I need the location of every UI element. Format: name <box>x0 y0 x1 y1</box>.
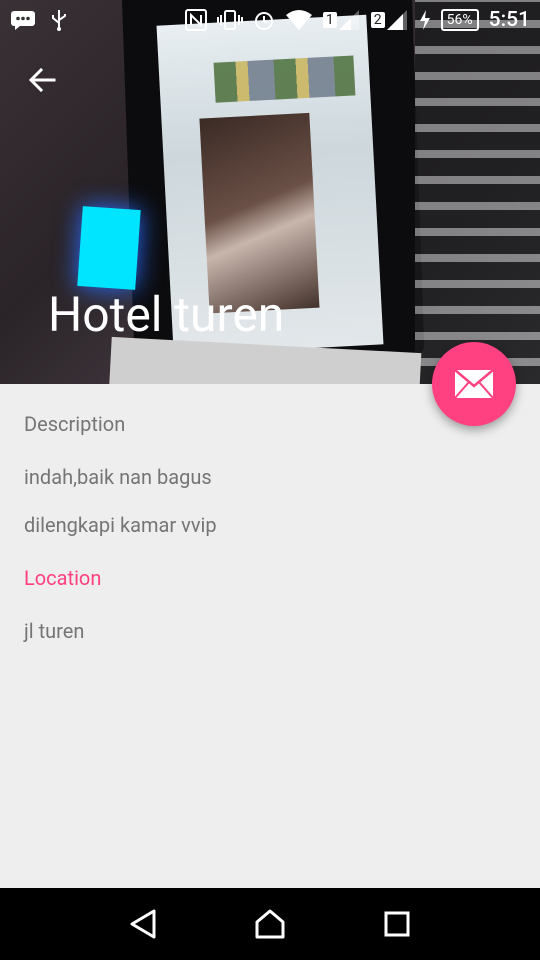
description-line-2: dilengkapi kamar vvip <box>24 513 217 537</box>
vibrate-icon <box>216 8 243 32</box>
sim1-signal-icon: 1 <box>322 8 361 32</box>
description-line-1: indah,baik nan bagus <box>24 465 212 489</box>
status-bar: 1 2 56% 5:51 <box>0 0 540 40</box>
email-fab-button[interactable] <box>432 342 516 426</box>
nfc-icon <box>184 8 207 32</box>
sim1-label: 1 <box>322 12 337 28</box>
description-label: Description <box>24 412 126 436</box>
usb-icon <box>50 8 68 32</box>
charging-icon <box>419 8 431 32</box>
photo-video <box>199 112 320 314</box>
chat-notification-icon <box>10 8 36 32</box>
nav-home-button[interactable] <box>248 902 292 946</box>
clock: 5:51 <box>488 8 530 32</box>
mail-icon <box>454 369 494 399</box>
alarm-icon <box>253 8 275 32</box>
home-icon <box>255 909 285 939</box>
photo-keyboard <box>415 0 540 384</box>
nav-back-button[interactable] <box>121 902 165 946</box>
back-button[interactable] <box>24 62 60 98</box>
system-navigation-bar <box>0 888 540 960</box>
wifi-icon <box>285 8 313 32</box>
nav-recents-button[interactable] <box>375 902 419 946</box>
triangle-back-icon <box>130 909 156 939</box>
details-section: Description indah,baik nan bagus dilengk… <box>0 384 540 888</box>
location-label: Location <box>24 566 102 590</box>
photo-thumbs <box>213 55 356 103</box>
arrow-left-icon <box>28 67 56 93</box>
photo-light <box>77 206 141 290</box>
page-title: Hotel turen <box>48 286 285 343</box>
location-value: jl turen <box>24 619 85 643</box>
square-recents-icon <box>384 911 410 937</box>
battery-indicator: 56% <box>440 9 479 31</box>
sim2-signal-icon: 2 <box>370 8 409 32</box>
sim2-label: 2 <box>370 12 385 28</box>
